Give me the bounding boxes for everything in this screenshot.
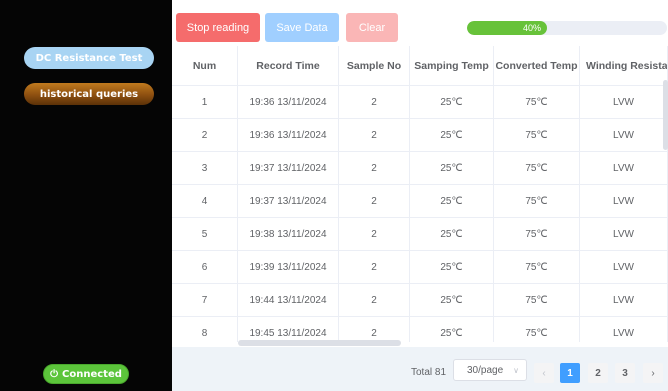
- cell-sampling-temp: 25℃: [410, 185, 494, 217]
- cell-record-time: 19:45 13/11/2024: [238, 317, 339, 342]
- table-row[interactable]: 1 19:36 13/11/2024 2 25℃ 75℃ LVW: [172, 86, 668, 119]
- progress-bar: 40%: [467, 21, 667, 35]
- prev-page-button[interactable]: ‹: [534, 363, 554, 383]
- cell-converted-temp: 75℃: [494, 86, 580, 118]
- cell-sampling-temp: 25℃: [410, 119, 494, 151]
- column-header-converted-temp[interactable]: Converted Temp: [494, 46, 580, 85]
- cell-record-time: 19:38 13/11/2024: [238, 218, 339, 250]
- cell-record-time: 19:39 13/11/2024: [238, 251, 339, 283]
- table-header: Num Record Time Sample No Samping Temp C…: [172, 46, 668, 86]
- cell-winding-resistance: LVW: [580, 152, 668, 184]
- page-size-select[interactable]: 30/page ∨: [453, 359, 527, 381]
- cell-winding-resistance: LVW: [580, 119, 668, 151]
- cell-sampling-temp: 25℃: [410, 152, 494, 184]
- cell-winding-resistance: LVW: [580, 284, 668, 316]
- cell-sample-no: 2: [339, 185, 410, 217]
- cell-converted-temp: 75℃: [494, 284, 580, 316]
- table-row[interactable]: 2 19:36 13/11/2024 2 25℃ 75℃ LVW: [172, 119, 668, 152]
- cell-num: 4: [172, 185, 238, 217]
- cell-num: 3: [172, 152, 238, 184]
- cell-winding-resistance: LVW: [580, 185, 668, 217]
- cell-num: 1: [172, 86, 238, 118]
- cell-sample-no: 2: [339, 119, 410, 151]
- cell-converted-temp: 75℃: [494, 185, 580, 217]
- column-header-record-time[interactable]: Record Time: [238, 46, 339, 85]
- cell-sampling-temp: 25℃: [410, 86, 494, 118]
- cell-sample-no: 2: [339, 152, 410, 184]
- vertical-scrollbar[interactable]: [663, 80, 668, 150]
- chevron-down-icon: ∨: [513, 365, 519, 375]
- column-header-sampling-temp[interactable]: Samping Temp: [410, 46, 494, 85]
- cell-num: 2: [172, 119, 238, 151]
- progress-text: 40%: [522, 23, 541, 33]
- page-button-2[interactable]: 2: [588, 363, 608, 383]
- column-header-winding-resistance[interactable]: Winding Resista: [580, 46, 668, 85]
- cell-sample-no: 2: [339, 86, 410, 118]
- cell-sample-no: 2: [339, 251, 410, 283]
- cell-winding-resistance: LVW: [580, 86, 668, 118]
- cell-winding-resistance: LVW: [580, 218, 668, 250]
- connection-status-badge: ⏻ Connected: [43, 364, 129, 384]
- cell-sampling-temp: 25℃: [410, 284, 494, 316]
- sidebar: DC Resistance Test historical queries ⏻ …: [0, 0, 172, 391]
- cell-record-time: 19:37 13/11/2024: [238, 152, 339, 184]
- cell-winding-resistance: LVW: [580, 317, 668, 342]
- column-header-num[interactable]: Num: [172, 46, 238, 85]
- pagination-bar: Total 81 30/page ∨ ‹ 1 2 3 ›: [172, 347, 668, 391]
- connection-status-label: Connected: [62, 368, 122, 380]
- cell-converted-temp: 75℃: [494, 152, 580, 184]
- cell-converted-temp: 75℃: [494, 218, 580, 250]
- power-icon: ⏻: [50, 368, 59, 380]
- cell-num: 6: [172, 251, 238, 283]
- page-button-3[interactable]: 3: [615, 363, 635, 383]
- toolbar: Stop reading Save Data Clear 40%: [172, 0, 668, 46]
- next-page-button[interactable]: ›: [643, 363, 663, 383]
- table-row[interactable]: 4 19:37 13/11/2024 2 25℃ 75℃ LVW: [172, 185, 668, 218]
- cell-record-time: 19:36 13/11/2024: [238, 119, 339, 151]
- table-row[interactable]: 8 19:45 13/11/2024 2 25℃ 75℃ LVW: [172, 317, 668, 342]
- horizontal-scrollbar[interactable]: [238, 340, 401, 346]
- cell-sampling-temp: 25℃: [410, 251, 494, 283]
- cell-converted-temp: 75℃: [494, 251, 580, 283]
- table-row[interactable]: 6 19:39 13/11/2024 2 25℃ 75℃ LVW: [172, 251, 668, 284]
- page-button-1[interactable]: 1: [560, 363, 580, 383]
- save-data-button[interactable]: Save Data: [265, 13, 339, 42]
- stop-reading-button[interactable]: Stop reading: [176, 13, 260, 42]
- cell-sample-no: 2: [339, 284, 410, 316]
- table-row[interactable]: 7 19:44 13/11/2024 2 25℃ 75℃ LVW: [172, 284, 668, 317]
- cell-sample-no: 2: [339, 317, 410, 342]
- cell-sample-no: 2: [339, 218, 410, 250]
- records-table: Num Record Time Sample No Samping Temp C…: [172, 46, 668, 342]
- progress-fill: 40%: [467, 21, 547, 35]
- cell-winding-resistance: LVW: [580, 251, 668, 283]
- cell-converted-temp: 75℃: [494, 317, 580, 342]
- cell-record-time: 19:37 13/11/2024: [238, 185, 339, 217]
- historical-queries-button[interactable]: historical queries: [24, 83, 154, 105]
- cell-num: 7: [172, 284, 238, 316]
- cell-record-time: 19:44 13/11/2024: [238, 284, 339, 316]
- column-header-sample-no[interactable]: Sample No: [339, 46, 410, 85]
- cell-sampling-temp: 25℃: [410, 317, 494, 342]
- total-count: Total 81: [411, 367, 447, 378]
- main-panel: Stop reading Save Data Clear 40% Num Rec…: [172, 0, 668, 391]
- clear-button[interactable]: Clear: [346, 13, 398, 42]
- dc-resistance-test-button[interactable]: DC Resistance Test: [24, 47, 154, 69]
- cell-num: 8: [172, 317, 238, 342]
- cell-record-time: 19:36 13/11/2024: [238, 86, 339, 118]
- page-size-value: 30/page: [467, 364, 504, 376]
- table-row[interactable]: 3 19:37 13/11/2024 2 25℃ 75℃ LVW: [172, 152, 668, 185]
- cell-converted-temp: 75℃: [494, 119, 580, 151]
- table-row[interactable]: 5 19:38 13/11/2024 2 25℃ 75℃ LVW: [172, 218, 668, 251]
- cell-num: 5: [172, 218, 238, 250]
- cell-sampling-temp: 25℃: [410, 218, 494, 250]
- table-body: 1 19:36 13/11/2024 2 25℃ 75℃ LVW 2 19:36 13/11/…: [172, 86, 668, 342]
